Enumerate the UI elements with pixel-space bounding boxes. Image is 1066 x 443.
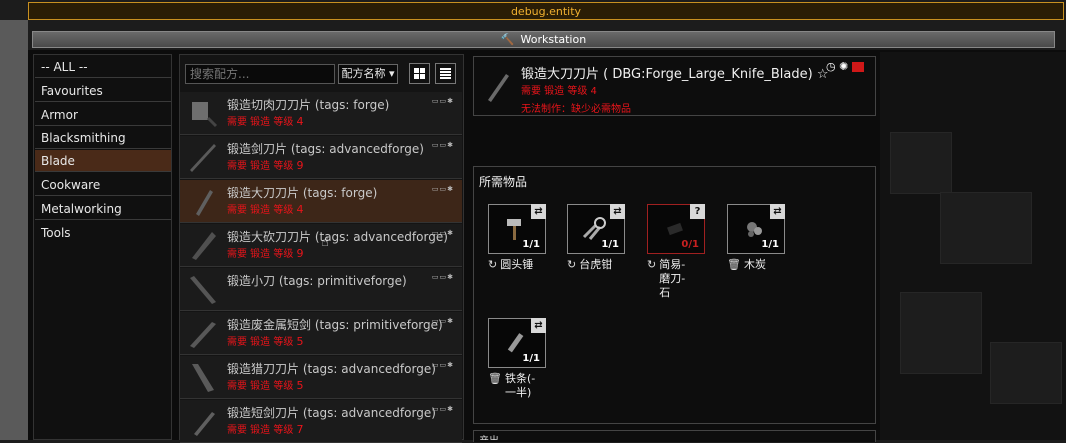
clock-icon[interactable]: ◷ — [826, 60, 836, 73]
iron-bar-icon — [507, 333, 524, 353]
recipe-req: 需要 锻造 等级 — [227, 117, 294, 128]
recipe-row[interactable]: 锻造猎刀刀片 (tags: advancedforge) 需要 锻造 等级 5 … — [180, 356, 462, 399]
scene-block — [940, 192, 1032, 264]
debug-title: debug.entity — [510, 5, 582, 18]
recipe-req: 需要 锻造 等级 — [227, 381, 294, 392]
cleaver-icon — [192, 102, 218, 128]
hunting-knife-blade-icon — [192, 364, 214, 392]
book-icon[interactable] — [851, 62, 864, 72]
category-favourites[interactable]: Favourites — [35, 80, 171, 102]
recipe-flags-icon: ▭▭✱ — [431, 405, 454, 413]
recipe-row[interactable]: 锻造废金属短剑 (tags: primitiveforge) 需要 锻造 等级 … — [180, 312, 462, 355]
debug-title-bar: debug.entity — [28, 2, 1064, 20]
search-input[interactable] — [185, 64, 335, 84]
trash-icon: 🗑 — [488, 372, 502, 385]
unknown-icon[interactable]: ? — [690, 204, 705, 219]
charcoal-icon — [747, 222, 762, 237]
sword-blade-icon — [190, 144, 216, 172]
output-title: 产出 — [479, 432, 499, 440]
recipe-flags-icon: ▭▭✱ — [431, 141, 454, 149]
shortsword-blade-icon — [194, 412, 215, 436]
ingredient-slot[interactable]: ⇄ 1/1 — [727, 204, 785, 254]
recipe-flags-icon: ▭▭✱ — [431, 185, 454, 193]
list-icon — [440, 68, 451, 80]
recipe-flags-icon: ▭▭✱ — [431, 97, 454, 105]
sort-dropdown[interactable]: 配方名称 ▾ — [338, 64, 398, 84]
recipe-level: 7 — [296, 423, 304, 436]
category-armor[interactable]: Armor — [35, 104, 171, 126]
recipe-row[interactable]: 锻造剑刀片 (tags: advancedforge) 需要 锻造 等级 9 ▭… — [180, 136, 462, 179]
machete-blade-icon — [192, 232, 216, 260]
workstation-header: 🔨 Workstation — [32, 31, 1055, 48]
background-strip — [0, 20, 28, 440]
cannot-craft-message: 无法制作：缺少必需物品 — [521, 104, 631, 115]
scrap-shortsword-icon — [190, 322, 216, 348]
recipe-req: 需要 锻造 等级 — [227, 161, 294, 172]
category-tools[interactable]: Tools — [35, 222, 171, 244]
refresh-icon: ↻ — [488, 258, 498, 271]
swap-icon[interactable]: ⇄ — [531, 318, 546, 333]
grid-icon — [414, 68, 425, 79]
recipe-level: 9 — [296, 247, 304, 260]
recipe-flags-icon: ▭▭✱ — [431, 229, 454, 237]
ingredient-slot[interactable]: ⇄ 1/1 — [488, 318, 546, 368]
pliers-icon — [582, 217, 606, 240]
recipe-flags-icon: ▭▭✱ — [431, 317, 454, 325]
detail-req: 需要 锻造 等级 — [521, 86, 588, 97]
trash-icon: 🗑 — [727, 258, 741, 271]
small-knife-icon — [190, 276, 216, 304]
ingredient-slot[interactable]: ⇄ 1/1 — [567, 204, 625, 254]
ingredient-label: 木炭 — [743, 258, 766, 271]
recipe-level: 5 — [296, 379, 304, 392]
refresh-icon: ↻ — [567, 258, 577, 271]
workstation-title: Workstation — [520, 33, 587, 46]
recipe-req: 需要 锻造 等级 — [227, 425, 294, 436]
scene-block — [900, 292, 982, 374]
recipe-flags-icon: ▭▭✱ — [431, 273, 454, 281]
category-metalworking[interactable]: Metalworking — [35, 198, 171, 220]
ingredient-label: 铁条(-一半) — [504, 372, 536, 399]
recipe-level: 9 — [296, 159, 304, 172]
category-blade[interactable]: Blade — [35, 150, 171, 172]
world-scene-background — [880, 52, 1066, 440]
whetstone-icon — [667, 222, 683, 236]
swap-icon[interactable]: ⇄ — [531, 204, 546, 219]
category-cookware[interactable]: Cookware — [35, 174, 171, 196]
recipe-req: 需要 锻造 等级 — [227, 337, 294, 348]
scene-block — [990, 342, 1062, 404]
refresh-icon: ↻ — [647, 258, 657, 271]
category-blacksmithing[interactable]: Blacksmithing — [35, 127, 171, 149]
hammer-icon: 🔨 — [500, 33, 515, 46]
recipe-level: 4 — [296, 115, 304, 128]
ingredient-slot[interactable]: ⇄ 1/1 — [488, 204, 546, 254]
swap-icon[interactable]: ⇄ — [770, 204, 785, 219]
recipe-row-selected[interactable]: 锻造大刀刀片 (tags: forge) 需要 锻造 等级 4 ▭▭✱ — [180, 180, 462, 223]
large-knife-blade-icon — [196, 190, 213, 216]
recipe-title: 锻造大刀刀片 ( DBG:Forge_Large_Knife_Blade) — [521, 67, 813, 82]
recipe-row[interactable]: 锻造小刀 (tags: primitiveforge) ▭▭✱ — [180, 268, 462, 311]
detail-level: 4 — [590, 86, 597, 97]
output-panel — [473, 430, 876, 442]
mouse-cursor-icon: ☝ — [321, 235, 329, 250]
recipe-row[interactable]: 锻造短剑刀片 (tags: advancedforge) 需要 锻造 等级 7 … — [180, 400, 462, 443]
recipe-req: 需要 锻造 等级 — [227, 249, 294, 260]
recipe-req: 需要 锻造 等级 — [227, 205, 294, 216]
ingredient-label: 台虎钳 — [579, 258, 613, 271]
scene-block — [890, 132, 952, 194]
light-icon[interactable]: ✺ — [839, 60, 848, 73]
ingredient-slot-missing[interactable]: ? 0/1 — [647, 204, 705, 254]
recipe-level: 5 — [296, 335, 304, 348]
ingredient-label: 简易-磨刀-石 — [659, 258, 686, 299]
ingredient-label: 圆头锤 — [500, 258, 534, 271]
swap-icon[interactable]: ⇄ — [610, 204, 625, 219]
list-view-button[interactable] — [435, 63, 456, 84]
recipe-flags-icon: ▭▭✱ — [431, 361, 454, 369]
grid-view-button[interactable] — [409, 63, 430, 84]
recipe-row[interactable]: 锻造切肉刀刀片 (tags: forge) 需要 锻造 等级 4 ▭▭✱ — [180, 92, 462, 135]
recipe-level: 4 — [296, 203, 304, 216]
required-items-title: 所需物品 — [479, 175, 528, 189]
hammer-icon — [507, 219, 521, 240]
large-knife-blade-icon — [488, 74, 509, 102]
category-all[interactable]: -- ALL -- — [35, 56, 171, 78]
